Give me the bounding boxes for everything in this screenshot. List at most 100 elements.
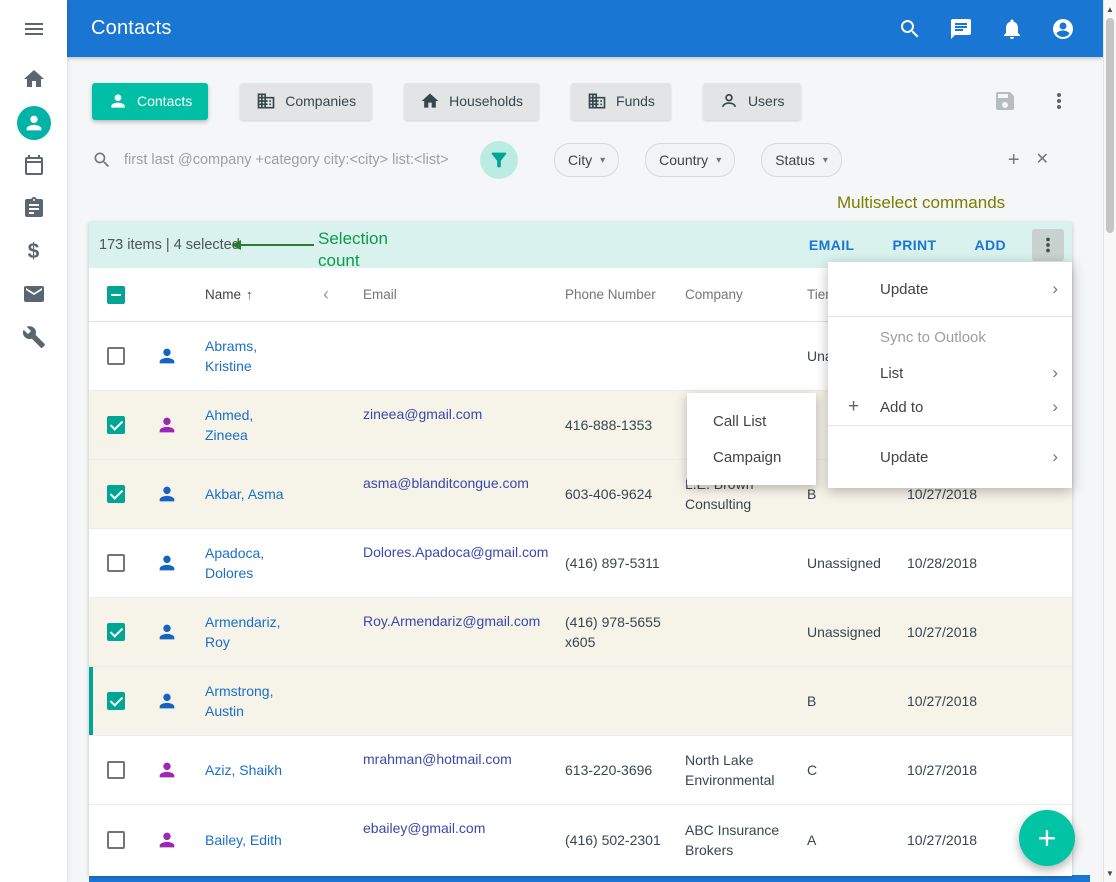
table-row[interactable]: Armstrong, Austin B 10/27/2018 xyxy=(89,667,1072,736)
collapse-column-icon[interactable]: ‹ xyxy=(323,284,329,305)
company-cell: ABC Insurance Brokers xyxy=(671,805,793,874)
contact-name-link[interactable]: Armendariz, Roy xyxy=(205,612,299,652)
contact-name-link[interactable]: Bailey, Edith xyxy=(205,830,282,850)
table-row[interactable]: Apadoca, Dolores Dolores.Apadoca@gmail.c… xyxy=(89,529,1072,598)
tools-icon[interactable] xyxy=(21,324,47,350)
phone-cell: (416) 502-2301 xyxy=(551,805,671,874)
menu-item-update-2[interactable]: Update › xyxy=(828,426,1072,488)
main-content: Contacts Companies Households Funds User… xyxy=(67,57,1103,882)
row-checkbox[interactable] xyxy=(107,761,125,779)
tab-users-label: Users xyxy=(748,93,785,109)
row-checkbox[interactable] xyxy=(107,831,125,849)
filter-funnel-icon[interactable] xyxy=(480,141,518,179)
company-cell xyxy=(671,322,793,390)
menu-item-add-to[interactable]: + Add to › xyxy=(828,389,1072,425)
billing-icon[interactable]: $ xyxy=(21,238,47,264)
filter-chip-status[interactable]: Status ▾ xyxy=(761,143,842,177)
add-contact-fab[interactable]: + xyxy=(1019,810,1075,866)
phone-cell xyxy=(551,667,671,735)
menu-icon[interactable] xyxy=(21,16,47,42)
mail-icon[interactable] xyxy=(21,281,47,307)
menu-item-list[interactable]: List › xyxy=(828,357,1072,389)
contact-name-link[interactable]: Akbar, Asma xyxy=(205,484,284,504)
column-header-email[interactable]: Email xyxy=(349,268,551,321)
email-cell xyxy=(349,322,551,390)
add-to-submenu: Call List Campaign xyxy=(687,393,816,485)
table-row[interactable]: Armendariz, Roy Roy.Armendariz@gmail.com… xyxy=(89,598,1072,667)
row-checkbox[interactable] xyxy=(107,692,125,710)
calendar-icon[interactable] xyxy=(21,152,47,178)
search-icon[interactable] xyxy=(898,17,922,41)
more-options-icon[interactable] xyxy=(1047,89,1071,113)
date-cell: 10/28/2018 xyxy=(893,529,1072,597)
phone-cell: 416-888-1353 xyxy=(551,391,671,459)
email-cell: asma@blanditcongue.com xyxy=(349,460,551,528)
notifications-icon[interactable] xyxy=(1000,17,1024,41)
clear-filters-icon[interactable]: ✕ xyxy=(1036,152,1049,168)
contact-name-link[interactable]: Aziz, Shaikh xyxy=(205,760,282,780)
tab-users[interactable]: Users xyxy=(703,83,801,120)
submenu-item-call-list[interactable]: Call List xyxy=(687,403,816,439)
sort-asc-icon: ↑ xyxy=(246,287,253,302)
tasks-icon[interactable] xyxy=(21,195,47,221)
chip-city-label: City xyxy=(568,152,592,168)
table-row[interactable]: Aziz, Shaikh mrahman@hotmail.com 613-220… xyxy=(89,736,1072,805)
plus-icon: + xyxy=(848,396,859,418)
row-checkbox[interactable] xyxy=(107,347,125,365)
contact-name-link[interactable]: Ahmed, Zineea xyxy=(205,405,299,445)
scroll-down-button[interactable]: ▼ xyxy=(1104,866,1116,880)
scroll-up-button[interactable]: ▲ xyxy=(1104,2,1116,16)
filter-chip-city[interactable]: City ▾ xyxy=(554,143,619,177)
tab-companies[interactable]: Companies xyxy=(240,83,372,120)
contact-name-link[interactable]: Armstrong, Austin xyxy=(205,681,299,721)
menu-item-update[interactable]: Update › xyxy=(828,262,1072,316)
table-row[interactable]: Bailey, Edith ebailey@gmail.com (416) 50… xyxy=(89,805,1072,874)
tab-contacts-label: Contacts xyxy=(137,93,192,109)
tab-contacts[interactable]: Contacts xyxy=(92,83,208,120)
chat-icon[interactable] xyxy=(949,17,973,41)
contact-name-link[interactable]: Abrams, Kristine xyxy=(205,336,299,376)
column-header-company[interactable]: Company xyxy=(671,268,793,321)
tier-cell: B xyxy=(793,667,893,735)
bottom-bar-edge xyxy=(89,875,1090,882)
select-all-checkbox[interactable] xyxy=(107,286,125,304)
annotation-arrow xyxy=(230,239,314,251)
search-input[interactable] xyxy=(122,151,456,169)
company-cell xyxy=(671,598,793,666)
add-filter-icon[interactable]: + xyxy=(1008,150,1020,170)
row-checkbox[interactable] xyxy=(107,554,125,572)
home-icon[interactable] xyxy=(21,66,47,92)
account-icon[interactable] xyxy=(1051,17,1075,41)
chevron-right-icon: › xyxy=(1052,363,1058,383)
email-cell: mrahman@hotmail.com xyxy=(349,736,551,804)
sidebar-item-contacts-active[interactable] xyxy=(17,106,51,140)
add-button[interactable]: ADD xyxy=(974,237,1006,253)
annotation-selection-count: Selection count xyxy=(318,228,388,272)
submenu-item-campaign[interactable]: Campaign xyxy=(687,439,816,475)
column-header-name[interactable]: Name ↑ xyxy=(191,268,303,321)
row-checkbox[interactable] xyxy=(107,416,125,434)
company-cell xyxy=(671,529,793,597)
phone-cell: 613-220-3696 xyxy=(551,736,671,804)
scrollbar-thumb[interactable] xyxy=(1106,18,1114,233)
contact-name-link[interactable]: Apadoca, Dolores xyxy=(205,543,299,583)
chevron-down-icon: ▾ xyxy=(823,155,828,166)
tab-households-label: Households xyxy=(449,93,523,109)
tab-funds[interactable]: Funds xyxy=(571,83,671,120)
page-title: Contacts xyxy=(91,17,172,40)
phone-cell: (416) 897-5311 xyxy=(551,529,671,597)
filter-chip-country[interactable]: Country ▾ xyxy=(645,143,735,177)
chevron-right-icon: › xyxy=(1052,447,1058,467)
row-checkbox[interactable] xyxy=(107,485,125,503)
row-checkbox[interactable] xyxy=(107,623,125,641)
multiselect-more-icon[interactable] xyxy=(1032,229,1064,261)
person-icon xyxy=(156,621,178,643)
menu-item-sync-to-outlook: Sync to Outlook xyxy=(828,317,1072,357)
save-view-icon[interactable] xyxy=(993,89,1017,113)
tab-households[interactable]: Households xyxy=(404,83,539,120)
column-header-phone[interactable]: Phone Number xyxy=(551,268,671,321)
vertical-scrollbar[interactable]: ▲ ▼ xyxy=(1103,0,1116,882)
email-button[interactable]: EMAIL xyxy=(809,237,855,253)
phone-cell: (416) 978-5655 x605 xyxy=(551,598,671,666)
print-button[interactable]: PRINT xyxy=(892,237,936,253)
